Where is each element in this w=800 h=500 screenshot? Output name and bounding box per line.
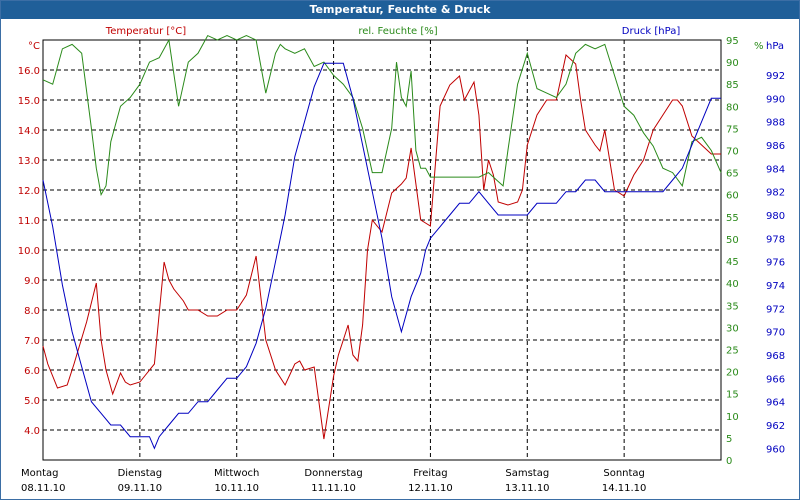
temperature-line: [42, 54, 721, 440]
humidity-tick-label: 95: [726, 36, 739, 47]
temp-unit-label: °C: [28, 41, 40, 52]
pressure-tick-label: 964: [766, 398, 785, 409]
humidity-tick-label: 50: [726, 235, 739, 246]
temp-tick-label: 4.0: [24, 426, 40, 437]
legend-pressure: Druck [hPa]: [622, 26, 681, 37]
legend-temp: Temperatur [°C]: [105, 26, 186, 37]
humidity-tick-label: 80: [726, 102, 739, 113]
temp-tick-label: 8.0: [24, 306, 40, 317]
x-tick-date: 11.11.10: [311, 483, 356, 494]
pressure-tick-label: 966: [766, 374, 785, 385]
x-tick-day: Freitag: [413, 468, 447, 479]
pressure-tick-label: 978: [766, 234, 785, 245]
x-tick-date: 12.11.10: [408, 483, 453, 494]
chart-title: Temperatur, Feuchte & Druck: [1, 1, 799, 19]
pressure-tick-label: 974: [766, 281, 785, 292]
legend-humidity: rel. Feuchte [%]: [358, 26, 437, 37]
temp-tick-label: 13.0: [18, 156, 40, 167]
humidity-tick-label: 70: [726, 147, 739, 158]
pressure-tick-label: 968: [766, 351, 785, 362]
x-tick-day: Montag: [21, 468, 58, 479]
x-tick-date: 14.11.10: [602, 483, 647, 494]
pressure-tick-label: 960: [766, 444, 785, 455]
humidity-tick-label: 55: [726, 213, 739, 224]
pressure-tick-label: 988: [766, 118, 785, 129]
x-tick-day: Dienstag: [118, 468, 163, 479]
x-tick-day: Samstag: [505, 468, 549, 479]
x-tick-date: 09.11.10: [118, 483, 163, 494]
chart-area: 4.0 5.0 6.0 7.0 8.0 9.0 10.0 11.0 12.0 13.0 14.0 15…: [18, 26, 785, 494]
temp-tick-label: 15.0: [18, 96, 40, 107]
temp-tick-label: 6.0: [24, 366, 40, 377]
humidity-tick-label: 25: [726, 345, 739, 356]
pressure-tick-label: 976: [766, 258, 785, 269]
humidity-tick-label: 5: [726, 434, 732, 445]
humidity-tick-label: 85: [726, 80, 739, 91]
humidity-tick-label: 20: [726, 368, 739, 379]
x-tick-date: 13.11.10: [505, 483, 550, 494]
humidity-tick-label: 35: [726, 301, 739, 312]
temp-tick-label: 10.0: [18, 246, 40, 257]
pressure-line: [42, 62, 721, 450]
pressure-tick-label: 972: [766, 304, 785, 315]
humidity-tick-label: 40: [726, 279, 739, 290]
x-tick-day: Sonntag: [603, 468, 645, 479]
humidity-tick-label: 30: [726, 323, 739, 334]
x-tick-day: Mittwoch: [214, 468, 259, 479]
pressure-tick-label: 970: [766, 328, 785, 339]
temp-tick-label: 7.0: [24, 336, 40, 347]
x-tick-day: Donnerstag: [304, 468, 362, 479]
temp-tick-label: 5.0: [24, 396, 40, 407]
humidity-tick-label: 0: [726, 456, 732, 467]
humidity-tick-label: 15: [726, 390, 739, 401]
temp-tick-label: 12.0: [18, 186, 40, 197]
pressure-unit-label: hPa: [766, 41, 784, 52]
humidity-tick-label: 65: [726, 169, 739, 180]
humidity-tick-label: 45: [726, 257, 739, 268]
chart-window: Temperatur, Feuchte & Druck 4.0 5.0 6.0 7.0…: [0, 0, 800, 500]
humidity-tick-label: 10: [726, 412, 739, 423]
pressure-tick-label: 986: [766, 141, 785, 152]
pressure-tick-label: 982: [766, 188, 785, 199]
humidity-tick-label: 60: [726, 191, 739, 202]
temp-tick-label: 16.0: [18, 66, 40, 77]
temp-tick-label: 9.0: [24, 276, 40, 287]
humidity-line: [42, 34, 722, 197]
humidity-tick-label: 90: [726, 58, 739, 69]
pressure-tick-label: 962: [766, 421, 785, 432]
pressure-tick-label: 984: [766, 164, 785, 175]
pressure-tick-label: 980: [766, 211, 785, 222]
temp-tick-label: 14.0: [18, 126, 40, 137]
pressure-tick-label: 990: [766, 94, 785, 105]
temp-tick-label: 11.0: [18, 216, 40, 227]
pressure-tick-label: 992: [766, 71, 785, 82]
humidity-unit-label: %: [754, 41, 764, 52]
x-tick-date: 10.11.10: [214, 483, 259, 494]
humidity-tick-label: 75: [726, 124, 739, 135]
x-tick-date: 08.11.10: [21, 483, 66, 494]
